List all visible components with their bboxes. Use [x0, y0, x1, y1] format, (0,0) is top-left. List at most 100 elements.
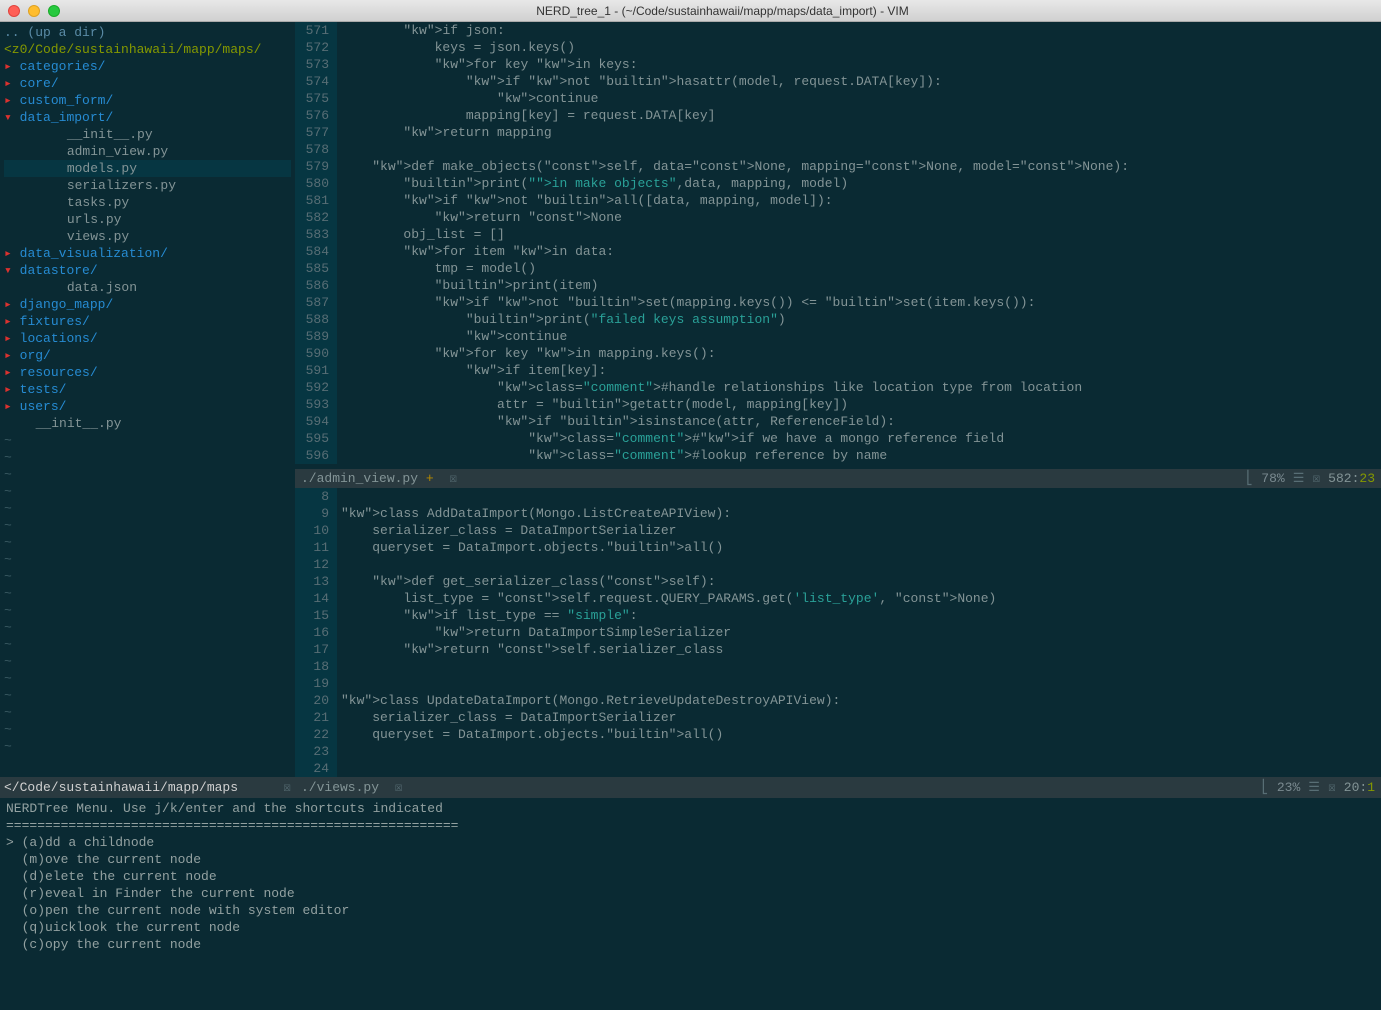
code-line[interactable]: 590 "kw">for key "kw">in mapping.keys():	[295, 345, 1381, 362]
code-content[interactable]: "kw">for key "kw">in keys:	[337, 56, 638, 73]
menu-item[interactable]: (r)eveal in Finder the current node	[6, 885, 1375, 902]
code-content[interactable]	[337, 743, 341, 760]
code-content[interactable]: "builtin">print(item)	[337, 277, 598, 294]
nerdtree-item[interactable]: ▸ tests/	[4, 381, 291, 398]
nerdtree-item[interactable]: ▸ data_visualization/	[4, 245, 291, 262]
nerdtree-item[interactable]: serializers.py	[4, 177, 291, 194]
nerdtree-item[interactable]: ▸ categories/	[4, 58, 291, 75]
code-content[interactable]: "kw">if "kw">not "builtin">hasattr(model…	[337, 73, 942, 90]
code-content[interactable]: "kw">class="comment">#"kw">if we have a …	[337, 430, 1004, 447]
code-content[interactable]: mapping[key] = request.DATA[key]	[337, 107, 715, 124]
nerdtree-item[interactable]: ▸ locations/	[4, 330, 291, 347]
close-pane-icon-2[interactable]: ☒	[395, 780, 403, 795]
code-line[interactable]: 572 keys = json.keys()	[295, 39, 1381, 56]
code-line[interactable]: 9"kw">class AddDataImport(Mongo.ListCrea…	[295, 505, 1381, 522]
code-content[interactable]: serializer_class = DataImportSerializer	[337, 709, 676, 726]
code-line[interactable]: 573 "kw">for key "kw">in keys:	[295, 56, 1381, 73]
code-line[interactable]: 23	[295, 743, 1381, 760]
nerdtree-item[interactable]: ▸ org/	[4, 347, 291, 364]
minimize-icon[interactable]	[28, 5, 40, 17]
code-line[interactable]: 593 attr = "builtin">getattr(model, mapp…	[295, 396, 1381, 413]
nerdtree-item[interactable]: ▾ data_import/	[4, 109, 291, 126]
code-content[interactable]: "kw">continue	[337, 90, 598, 107]
code-content[interactable]: "kw">if item[key]:	[337, 362, 606, 379]
code-line[interactable]: 575 "kw">continue	[295, 90, 1381, 107]
code-content[interactable]: "kw">def make_objects("const">self, data…	[337, 158, 1129, 175]
menu-item[interactable]: (o)pen the current node with system edit…	[6, 902, 1375, 919]
code-line[interactable]: 577 "kw">return mapping	[295, 124, 1381, 141]
code-line[interactable]: 582 "kw">return "const">None	[295, 209, 1381, 226]
code-content[interactable]	[337, 141, 341, 158]
nerdtree-item[interactable]: views.py	[4, 228, 291, 245]
code-line[interactable]: 16 "kw">return DataImportSimpleSerialize…	[295, 624, 1381, 641]
code-content[interactable]: "builtin">print("">in make objects",data…	[337, 175, 848, 192]
code-content[interactable]	[337, 556, 341, 573]
code-content[interactable]: "kw">def get_serializer_class("const">se…	[337, 573, 716, 590]
nerdtree-item[interactable]: ▸ fixtures/	[4, 313, 291, 330]
code-content[interactable]: queryset = DataImport.objects."builtin">…	[337, 539, 723, 556]
code-line[interactable]: 576 mapping[key] = request.DATA[key]	[295, 107, 1381, 124]
code-line[interactable]: 587 "kw">if "kw">not "builtin">set(mappi…	[295, 294, 1381, 311]
code-line[interactable]: 20"kw">class UpdateDataImport(Mongo.Retr…	[295, 692, 1381, 709]
nerdtree-item[interactable]: data.json	[4, 279, 291, 296]
code-content[interactable]: queryset = DataImport.objects."builtin">…	[337, 726, 723, 743]
code-line[interactable]: 581 "kw">if "kw">not "builtin">all([data…	[295, 192, 1381, 209]
code-line[interactable]: 591 "kw">if item[key]:	[295, 362, 1381, 379]
code-content[interactable]: "kw">class UpdateDataImport(Mongo.Retrie…	[337, 692, 840, 709]
code-line[interactable]: 595 "kw">class="comment">#"kw">if we hav…	[295, 430, 1381, 447]
nerdtree-item[interactable]: ▸ core/	[4, 75, 291, 92]
code-content[interactable]: "kw">if "kw">not "builtin">set(mapping.k…	[337, 294, 1035, 311]
code-content[interactable]	[337, 658, 341, 675]
code-content[interactable]: obj_list = []	[337, 226, 505, 243]
nerdtree-updir[interactable]: .. (up a dir)	[4, 24, 291, 41]
code-content[interactable]: "kw">for key "kw">in mapping.keys():	[337, 345, 716, 362]
code-line[interactable]: 15 "kw">if list_type == "simple":	[295, 607, 1381, 624]
nerdtree-item[interactable]: __init__.py	[4, 126, 291, 143]
nerdtree-item[interactable]: models.py	[4, 160, 291, 177]
code-line[interactable]: 18	[295, 658, 1381, 675]
code-line[interactable]: 580 "builtin">print("">in make objects",…	[295, 175, 1381, 192]
code-line[interactable]: 24	[295, 760, 1381, 777]
code-line[interactable]: 19	[295, 675, 1381, 692]
nerdtree-item[interactable]: ▸ django_mapp/	[4, 296, 291, 313]
code-content[interactable]: "kw">continue	[337, 328, 567, 345]
menu-item[interactable]: (m)ove the current node	[6, 851, 1375, 868]
code-content[interactable]: serializer_class = DataImportSerializer	[337, 522, 676, 539]
code-content[interactable]: attr = "builtin">getattr(model, mapping[…	[337, 396, 848, 413]
code-content[interactable]: "kw">class AddDataImport(Mongo.ListCreat…	[337, 505, 731, 522]
code-content[interactable]	[337, 488, 341, 505]
code-content[interactable]	[337, 760, 341, 777]
code-line[interactable]: 571 "kw">if json:	[295, 22, 1381, 39]
code-content[interactable]: keys = json.keys()	[337, 39, 575, 56]
code-line[interactable]: 574 "kw">if "kw">not "builtin">hasattr(m…	[295, 73, 1381, 90]
nerdtree-item[interactable]: ▸ resources/	[4, 364, 291, 381]
code-content[interactable]: "kw">class="comment">#lookup reference b…	[337, 447, 887, 464]
code-content[interactable]: "kw">if "kw">not "builtin">all([data, ma…	[337, 192, 833, 209]
code-content[interactable]: "kw">if "builtin">isinstance(attr, Refer…	[337, 413, 895, 430]
code-content[interactable]: "kw">return "const">None	[337, 209, 622, 226]
code-line[interactable]: 578	[295, 141, 1381, 158]
code-line[interactable]: 579 "kw">def make_objects("const">self, …	[295, 158, 1381, 175]
nerdtree-item[interactable]: ▸ custom_form/	[4, 92, 291, 109]
code-line[interactable]: 585 tmp = model()	[295, 260, 1381, 277]
code-line[interactable]: 589 "kw">continue	[295, 328, 1381, 345]
code-content[interactable]: "kw">for item "kw">in data:	[337, 243, 614, 260]
nerdtree-item[interactable]: ▾ datastore/	[4, 262, 291, 279]
close-pane-icon[interactable]: ☒	[449, 471, 457, 486]
nerdtree-pane[interactable]: .. (up a dir) <z0/Code/sustainhawaii/map…	[0, 22, 295, 777]
code-line[interactable]: 594 "kw">if "builtin">isinstance(attr, R…	[295, 413, 1381, 430]
code-line[interactable]: 8	[295, 488, 1381, 505]
code-line[interactable]: 13 "kw">def get_serializer_class("const"…	[295, 573, 1381, 590]
nerdtree-item[interactable]: __init__.py	[4, 415, 291, 432]
code-content[interactable]: list_type = "const">self.request.QUERY_P…	[337, 590, 996, 607]
code-content[interactable]: "builtin">print("failed keys assumption"…	[337, 311, 786, 328]
code-line[interactable]: 584 "kw">for item "kw">in data:	[295, 243, 1381, 260]
code-line[interactable]: 588 "builtin">print("failed keys assumpt…	[295, 311, 1381, 328]
code-line[interactable]: 583 obj_list = []	[295, 226, 1381, 243]
code-line[interactable]: 17 "kw">return "const">self.serializer_c…	[295, 641, 1381, 658]
editor-pane-top[interactable]: 571 "kw">if json:572 keys = json.keys()5…	[295, 22, 1381, 469]
code-line[interactable]: 10 serializer_class = DataImportSerializ…	[295, 522, 1381, 539]
close-tree-icon[interactable]: ☒	[283, 780, 291, 795]
code-content[interactable]: tmp = model()	[337, 260, 536, 277]
code-content[interactable]: "kw">if json:	[337, 22, 505, 39]
